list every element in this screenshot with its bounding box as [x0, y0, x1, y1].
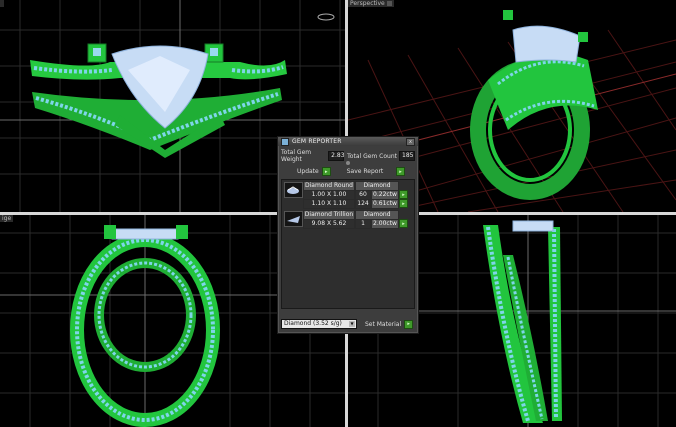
gem-entry[interactable]: Diamond Trillion Diamond 9.08 X 5.62 1 2… [283, 210, 413, 232]
panel-title: GEM REPORTER [292, 138, 342, 145]
gem-thumbnail-icon [284, 211, 303, 227]
panel-titlebar[interactable]: GEM REPORTER x [278, 137, 418, 146]
close-icon[interactable]: x [406, 137, 415, 146]
save-report-label: Save Report [346, 168, 384, 175]
save-report-button[interactable]: ▸ [396, 167, 405, 176]
gem-weight: 2.00ctw [371, 219, 399, 229]
gem-size: 9.08 X 5.62 [303, 219, 355, 229]
total-count-label: Total Gem Count [347, 152, 397, 160]
viewport-label-side[interactable]: ige [0, 215, 14, 222]
viewport-label-perspective[interactable]: Perspective [348, 0, 394, 7]
gem-size: 1.10 X 1.10 [303, 199, 355, 209]
gem-select-button[interactable]: ▸ [399, 219, 408, 228]
viewport-label-text: Perspective [350, 0, 385, 7]
gem-count: 1 [355, 219, 371, 229]
material-select-value: Diamond (3.52 s/g) [284, 320, 342, 327]
gem-select-button[interactable]: ▸ [399, 190, 408, 199]
dropdown-arrow-icon[interactable]: ▼ [349, 321, 355, 327]
gem-count: 124 [355, 199, 371, 209]
gem-select-button[interactable]: ▸ [399, 199, 408, 208]
gem-reporter-logo-icon [281, 137, 289, 146]
gem-entry[interactable]: Diamond Round Diamond 1.00 X 1.00 60 0.2… [283, 181, 413, 209]
gem-reporter-panel: GEM REPORTER x Total Gem Weight 2.83 Tot… [277, 136, 419, 334]
update-label: Update [297, 168, 319, 175]
viewport-label[interactable] [0, 0, 4, 7]
divider-dot-icon [346, 160, 350, 165]
viewport-menu-icon[interactable] [386, 1, 392, 6]
gem-thumbnail-icon [284, 182, 303, 198]
gem-list: Diamond Round Diamond 1.00 X 1.00 60 0.2… [281, 179, 415, 309]
update-button[interactable]: ▸ [321, 167, 331, 176]
set-material-label: Set Material [365, 320, 402, 328]
material-select[interactable]: Diamond (3.52 s/g) ▼ [281, 319, 357, 329]
set-material-button[interactable]: ▸ [404, 319, 414, 329]
gem-weight: 0.61ctw [371, 199, 399, 209]
